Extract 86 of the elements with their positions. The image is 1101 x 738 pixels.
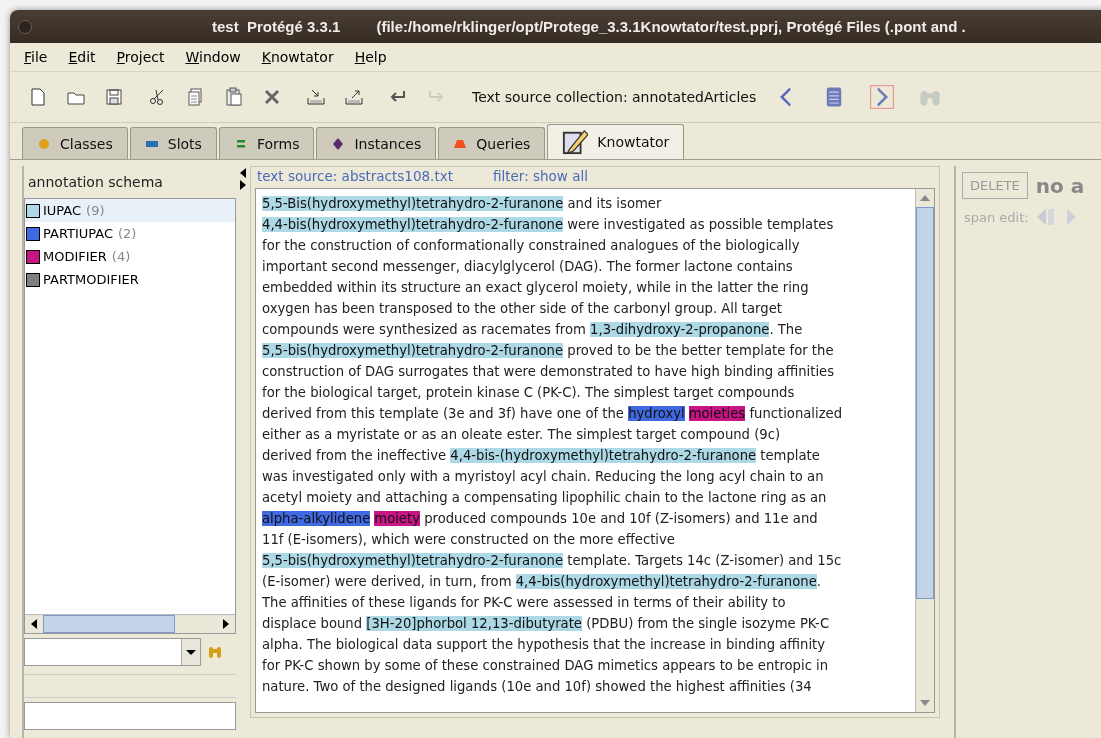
schema-item[interactable]: IUPAC (9) xyxy=(25,199,235,222)
document-text: derived from this template (3e and 3f) have one of the xyxy=(262,406,625,421)
window-title: test Protégé 3.3.1 xyxy=(212,18,341,35)
scroll-down-icon[interactable] xyxy=(920,700,930,706)
document-text: construction of DAG surrogates that were demonstrated to have high binding affinities xyxy=(262,364,835,379)
document-text: . The xyxy=(769,322,803,337)
next-icon[interactable] xyxy=(870,85,895,109)
schema-item[interactable]: PARTMODIFIER xyxy=(25,268,235,291)
binoculars-icon[interactable] xyxy=(207,644,223,660)
document-text: compounds were synthesized as racemates from xyxy=(262,322,587,337)
span-edit-label: span edit: xyxy=(964,209,1029,225)
annotated-text[interactable]: moiety xyxy=(374,511,420,526)
annotated-text[interactable]: 5,5-bis(hydroxymethyl)tetrahydro-2-furanone xyxy=(262,343,564,358)
menu-item[interactable]: Knowtator xyxy=(261,47,334,67)
annotation-status-text: no a xyxy=(1035,173,1085,198)
import-icon[interactable] xyxy=(306,87,326,107)
collection-label: Text source collection: annotatedArticles xyxy=(472,89,757,105)
document-text: alpha. The biological data support the hypothesis that the increase in binding affinity xyxy=(262,637,826,652)
scroll-left-icon[interactable] xyxy=(31,619,37,629)
schema-item[interactable]: PARTIUPAC (2) xyxy=(25,222,235,245)
collapse-left-icon[interactable] xyxy=(239,168,247,178)
delete-icon[interactable] xyxy=(262,87,282,107)
menu-item[interactable]: Edit xyxy=(68,47,96,67)
scroll-right-icon[interactable] xyxy=(223,619,229,629)
document-text: oxygen has been transposed to the other side of the carbonyl group. All target xyxy=(262,301,782,316)
document-text: produced compounds 10e and 10f (Z-isomers) and 11e and xyxy=(423,511,818,526)
paste-icon[interactable] xyxy=(224,87,244,107)
window-button-icon[interactable] xyxy=(18,19,32,34)
vertical-scrollbar[interactable] xyxy=(915,189,934,712)
tab[interactable]: Knowtator xyxy=(547,124,685,159)
document-text: template xyxy=(759,448,820,463)
scroll-up-icon[interactable] xyxy=(920,195,930,201)
annotated-text[interactable]: 4,4-bis-(hydroxymethyl)tetrahydro-2-furanone xyxy=(450,448,757,463)
annotated-text[interactable]: hydroxyl xyxy=(628,406,685,421)
window-title: (file:/home/rklinger/opt/Protege_3.3.1Knowtator/test.pprj, Protégé Files (.pont and . xyxy=(376,18,966,35)
tab[interactable]: Forms xyxy=(218,127,315,159)
document-text: 11f (E-isomers), which were constructed on the more effective xyxy=(262,532,675,547)
annotated-text[interactable]: 1,3-dihydroxy-2-propanone xyxy=(590,322,770,337)
save-icon[interactable] xyxy=(104,87,124,107)
tab[interactable]: Classes xyxy=(22,127,128,159)
document-text: and its isomer xyxy=(566,196,662,211)
menu-item[interactable]: Project xyxy=(116,47,165,67)
document-text: functionalized xyxy=(748,406,843,421)
text-source-label: text source: abstracts108.txt xyxy=(257,168,453,184)
document-text: for the biological target, protein kinase C (PK-C). The simplest target compounds xyxy=(262,385,795,400)
document-text: for PK-C shown by some of these constrained DAG mimetics appears to be entropic in xyxy=(262,658,829,673)
document-text: acetyl moiety and attaching a compensating lipophilic chain to the lactone ring as an xyxy=(262,490,827,505)
document-text: The affinities of these ligands for PK-C were assessed in terms of their ability to xyxy=(262,595,786,610)
document-text: displace bound xyxy=(262,616,364,631)
document-text: proved to be the better template for the xyxy=(566,343,834,358)
annotated-text[interactable]: 5,5-bis(hydroxymethyl)tetrahydro-2-furanone xyxy=(262,553,564,568)
schema-item[interactable]: MODIFIER (4) xyxy=(25,245,235,268)
document-text: were investigated as possible templates xyxy=(566,217,834,232)
document-text: was investigated only with a myristoyl acyl chain. Reducing the long acyl chain to an xyxy=(262,469,824,484)
document-text: for the construction of conformationally constrained analogues of the biologically xyxy=(262,238,800,253)
new-document-icon[interactable] xyxy=(28,87,48,107)
annotated-text[interactable]: 4,4-bis(hydroxymethyl)tetrahydro-2-furanone xyxy=(515,574,817,589)
menu-item[interactable]: Window xyxy=(185,47,241,67)
document-text: template. Targets 14c (Z-isomer) and 15c xyxy=(566,553,842,568)
document-text: embedded within its structure an exact glycerol moiety, while in the latter the ring xyxy=(262,280,809,295)
document-text: nature. Two of the designed ligands (10e and 10f) showed the highest affinities (34 xyxy=(262,679,812,694)
annotated-text[interactable]: [3H-20]phorbol 12,13-dibutyrate xyxy=(366,616,582,631)
circle-icon xyxy=(37,136,51,151)
menu-item[interactable]: File xyxy=(24,47,48,67)
panel-header: annotation schema xyxy=(27,173,164,192)
filter-label: filter: show all xyxy=(493,168,588,184)
document-text: (E-isomer) were derived, in turn, from xyxy=(262,574,513,589)
expand-right-icon[interactable] xyxy=(239,180,247,190)
input-field[interactable] xyxy=(24,702,236,730)
export-icon[interactable] xyxy=(344,87,364,107)
annotated-text[interactable]: alpha-alkylidene xyxy=(262,511,371,526)
document-text: . xyxy=(816,574,821,589)
menu-item[interactable]: Help xyxy=(354,47,387,67)
annotated-text[interactable]: 4,4-bis(hydroxymethyl)tetrahydro-2-furanone xyxy=(262,217,564,232)
tab[interactable]: Slots xyxy=(129,127,217,159)
document-text: derived from the ineffective xyxy=(262,448,448,463)
diamond-icon xyxy=(331,136,346,151)
document-text: either as a myristate or as an oleate ester. The simplest target compound (9c) xyxy=(262,427,781,442)
document-text: (PDBU) from the single isozyme PK-C xyxy=(585,616,830,631)
horizontal-scrollbar[interactable] xyxy=(25,614,235,633)
annotated-text[interactable]: 5,5-Bis(hydroxymethyl)tetrahydro-2-furanone xyxy=(262,196,564,211)
combo-box[interactable] xyxy=(24,638,201,666)
tab[interactable]: Instances xyxy=(316,127,437,159)
document-text: important second messenger, diacylglycerol (DAG). The former lactone contains xyxy=(262,259,793,274)
tab[interactable]: Queries xyxy=(438,127,546,159)
pencil-document-icon xyxy=(562,129,589,155)
